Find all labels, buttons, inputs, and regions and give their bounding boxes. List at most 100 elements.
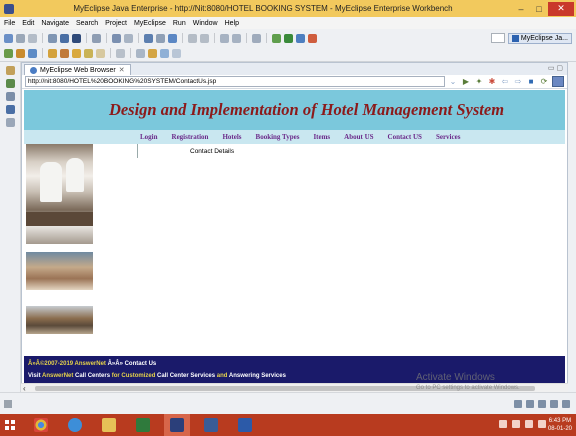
taskbar-myeclipse[interactable] — [164, 414, 190, 436]
server-icon[interactable] — [48, 33, 57, 43]
perspective-myeclipse-button[interactable]: MyEclipse Ja... — [507, 32, 572, 44]
tool-icon[interactable] — [188, 33, 197, 43]
servers-icon[interactable] — [6, 105, 15, 114]
taskbar-ie[interactable] — [62, 414, 88, 436]
open-type-icon[interactable] — [28, 48, 37, 58]
menu-run[interactable]: Run — [173, 20, 186, 27]
menu-myeclipse[interactable]: MyEclipse — [134, 20, 166, 27]
tool-2-icon[interactable] — [200, 33, 209, 43]
menu-navigate[interactable]: Navigate — [41, 20, 69, 27]
nav-link-items[interactable]: Items — [313, 133, 330, 141]
package-icon[interactable] — [92, 33, 101, 43]
new-class-icon[interactable] — [4, 48, 13, 58]
forward-icon[interactable] — [172, 48, 181, 58]
nav-link-registration[interactable]: Registration — [172, 133, 209, 141]
footer-answernet-link[interactable]: AnswerNet — [42, 373, 73, 379]
fast-view-icon[interactable] — [4, 400, 12, 408]
pencil-icon[interactable] — [84, 48, 93, 58]
taskbar-chrome[interactable] — [28, 414, 54, 436]
status-icon[interactable] — [514, 400, 522, 408]
status-icon[interactable] — [538, 400, 546, 408]
app-icon — [204, 418, 218, 432]
ext-tools-icon[interactable] — [308, 33, 317, 43]
package-explorer-icon[interactable] — [6, 66, 15, 75]
menu-file[interactable]: File — [4, 20, 15, 27]
new-wizard-icon[interactable] — [112, 33, 121, 43]
folder-2-icon[interactable] — [60, 48, 69, 58]
taskbar-excel[interactable] — [130, 414, 156, 436]
folder-3-icon[interactable] — [72, 48, 81, 58]
table-icon[interactable] — [220, 33, 229, 43]
hierarchy-icon[interactable] — [6, 79, 15, 88]
url-dropdown-icon[interactable]: ⌄ — [448, 77, 458, 86]
maximize-button[interactable]: □ — [530, 2, 548, 16]
taskbar-app[interactable] — [198, 414, 224, 436]
terminal-icon[interactable] — [252, 33, 261, 43]
wizard-dropdown-icon[interactable] — [124, 33, 133, 43]
nav-link-login[interactable]: Login — [140, 133, 158, 141]
bookmark-icon[interactable] — [148, 48, 157, 58]
back-icon[interactable] — [160, 48, 169, 58]
print-icon[interactable] — [28, 33, 37, 43]
search-icon[interactable] — [116, 48, 125, 58]
outline-icon[interactable] — [6, 92, 15, 101]
taskbar-word[interactable] — [232, 414, 258, 436]
console-icon[interactable] — [6, 118, 15, 127]
toolbar-separator — [214, 33, 215, 43]
dining-room-photo — [26, 252, 93, 290]
close-button[interactable]: ✕ — [548, 1, 574, 16]
status-icon[interactable] — [550, 400, 558, 408]
volume-icon[interactable] — [525, 420, 533, 428]
nav-link-contact-us[interactable]: Contact US — [388, 133, 422, 141]
content-divider — [137, 144, 138, 158]
chef-figure — [40, 162, 62, 202]
nav-link-services[interactable]: Services — [436, 133, 461, 141]
connector-icon[interactable] — [144, 33, 153, 43]
tray-chevron-icon[interactable] — [499, 420, 507, 428]
status-icon[interactable] — [526, 400, 534, 408]
menu-project[interactable]: Project — [105, 20, 127, 27]
nav-link-about-us[interactable]: About US — [344, 133, 373, 141]
table-2-icon[interactable] — [232, 33, 241, 43]
nav-link-booking-types[interactable]: Booking Types — [256, 133, 300, 141]
new-icon[interactable] — [4, 33, 13, 43]
tab-close-icon[interactable]: ✕ — [119, 66, 125, 74]
stop-icon[interactable]: ■ — [526, 77, 536, 86]
taskbar-clock[interactable]: 6:43 PM 08-01-20 — [548, 417, 572, 433]
go-icon[interactable]: ▶ — [461, 77, 471, 86]
deploy-all-icon[interactable] — [72, 33, 81, 43]
nav-link-hotels[interactable]: Hotels — [222, 133, 241, 141]
deploy-icon[interactable] — [60, 33, 69, 43]
new-package-icon[interactable] — [16, 48, 25, 58]
minimize-maximize-icon[interactable]: ▭ ▢ — [548, 64, 563, 72]
menu-edit[interactable]: Edit — [22, 20, 34, 27]
tab-myeclipse-web-browser[interactable]: MyEclipse Web Browser ✕ — [24, 64, 131, 75]
notification-icon[interactable] — [538, 420, 546, 428]
url-input[interactable]: http://nit:8080/HOTEL%20BOOKING%20SYSTEM… — [25, 76, 445, 87]
footer-contact-link[interactable]: Â»Â» Contact Us — [106, 361, 157, 367]
taskbar-file-explorer[interactable] — [96, 414, 122, 436]
marker-icon[interactable] — [96, 48, 105, 58]
forward-icon[interactable]: ⇨ — [513, 77, 523, 86]
open-perspective-icon[interactable] — [490, 33, 505, 43]
back-icon[interactable]: ⇦ — [500, 77, 510, 86]
menu-window[interactable]: Window — [193, 20, 218, 27]
refresh-icon[interactable]: ⟳ — [539, 77, 549, 86]
status-icon[interactable] — [562, 400, 570, 408]
save-icon[interactable] — [16, 33, 25, 43]
network-icon[interactable] — [512, 420, 520, 428]
debug-icon[interactable] — [272, 33, 281, 43]
globe-icon[interactable] — [168, 33, 177, 43]
run-ext-icon[interactable] — [296, 33, 305, 43]
browser-control-icon[interactable] — [552, 76, 564, 87]
menu-help[interactable]: Help — [225, 20, 239, 27]
run-server-icon[interactable]: ✦ — [474, 77, 484, 86]
connector-2-icon[interactable] — [156, 33, 165, 43]
menu-search[interactable]: Search — [76, 20, 98, 27]
settings-icon[interactable]: ✱ — [487, 77, 497, 86]
folder-icon[interactable] — [48, 48, 57, 58]
minimize-button[interactable]: – — [512, 2, 530, 16]
start-button[interactable] — [0, 414, 20, 436]
annotation-icon[interactable] — [136, 48, 145, 58]
run-icon[interactable] — [284, 33, 293, 43]
